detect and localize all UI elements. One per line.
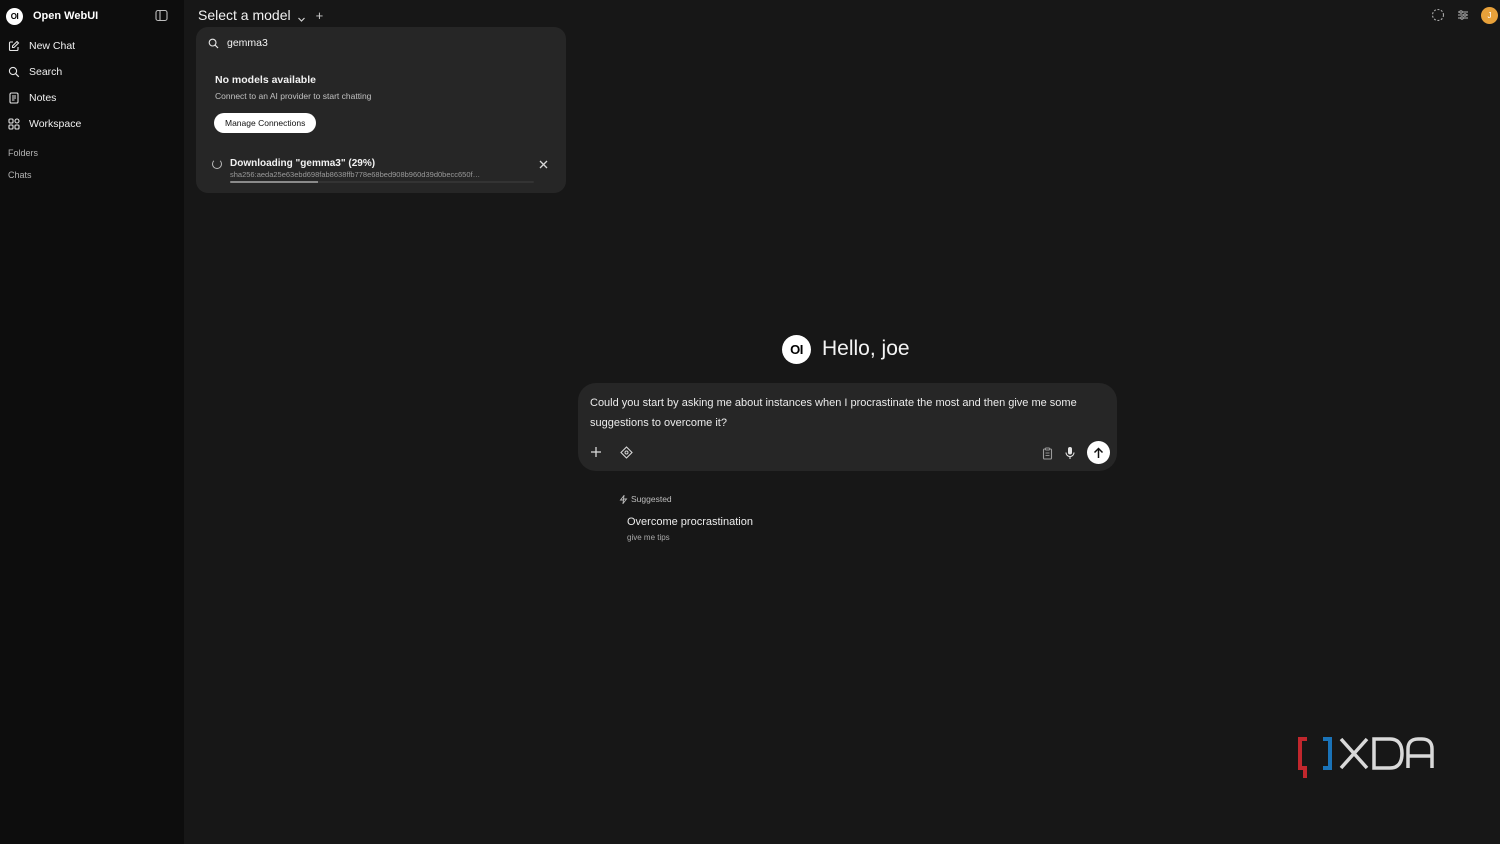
sidebar-item-workspace[interactable]: Workspace: [8, 114, 81, 134]
no-models-subtitle: Connect to an AI provider to start chatt…: [215, 91, 372, 101]
temporary-chat-icon[interactable]: [1430, 7, 1446, 23]
manage-connections-button[interactable]: Manage Connections: [214, 113, 317, 133]
sidebar-item-new-chat[interactable]: New Chat: [8, 36, 75, 56]
download-progress-bar: [230, 181, 534, 183]
user-avatar[interactable]: J: [1481, 7, 1498, 24]
greeting-logo: OI: [782, 334, 811, 364]
edit-icon: [8, 40, 20, 52]
integrations-icon[interactable]: [618, 444, 634, 460]
download-progress-fill: [230, 181, 319, 183]
microphone-icon[interactable]: [1062, 445, 1078, 461]
cancel-download-icon[interactable]: [537, 158, 549, 170]
chats-section-label[interactable]: Chats: [8, 170, 32, 180]
download-status: Downloading "gemma3" (29%) sha256:aeda25…: [212, 157, 552, 183]
model-search-value: gemma3: [227, 37, 268, 49]
download-hash: sha256:aeda25e63ebd698fab8638ffb778e68be…: [230, 170, 481, 179]
spinner-icon: [212, 159, 222, 169]
model-search-input[interactable]: gemma3: [208, 37, 268, 49]
search-icon: [208, 38, 219, 49]
search-icon: [8, 66, 20, 78]
clipboard-icon[interactable]: [1039, 445, 1055, 461]
greeting-text: Hello, joe: [822, 337, 910, 360]
sidebar-item-notes[interactable]: Notes: [8, 88, 56, 108]
suggestion-subtitle[interactable]: give me tips: [627, 533, 670, 542]
brand[interactable]: OI Open WebUI: [6, 7, 98, 25]
sidebar-item-label: Search: [29, 66, 63, 78]
folders-section-label[interactable]: Folders: [8, 148, 38, 158]
message-input[interactable]: Could you start by asking me about insta…: [590, 393, 1110, 433]
suggestion-title[interactable]: Overcome procrastination: [627, 516, 753, 528]
controls-icon[interactable]: [1455, 7, 1471, 23]
plus-icon[interactable]: [588, 444, 604, 460]
xda-watermark-logo: [1298, 737, 1434, 778]
app-logo: OI: [6, 7, 23, 25]
suggested-header: Suggested: [619, 493, 672, 505]
sidebar-item-label: Notes: [29, 92, 57, 104]
grid-icon: [8, 118, 20, 130]
download-title: Downloading "gemma3" (29%): [230, 158, 376, 169]
sidebar-item-search[interactable]: Search: [8, 62, 62, 82]
bolt-icon: [619, 493, 628, 505]
chevron-down-icon: [297, 11, 306, 22]
suggested-label: Suggested: [631, 494, 672, 504]
app-name: Open WebUI: [33, 10, 99, 22]
model-dropdown: gemma3 No models available Connect to an…: [196, 27, 566, 193]
sidebar-item-label: New Chat: [29, 40, 76, 52]
model-select-label: Select a model: [198, 7, 291, 23]
greeting: OI Hello, joe: [782, 334, 910, 364]
send-button[interactable]: [1087, 441, 1110, 464]
sidebar-item-label: Workspace: [29, 118, 82, 130]
no-models-title: No models available: [215, 74, 316, 86]
model-selector[interactable]: Select a model +: [198, 6, 323, 24]
sidebar: OI Open WebUI New Chat Search Notes Work…: [0, 0, 184, 844]
message-composer[interactable]: Could you start by asking me about insta…: [578, 383, 1117, 471]
notes-icon: [8, 92, 20, 104]
add-model-icon[interactable]: +: [316, 8, 324, 23]
sidebar-toggle-icon[interactable]: [155, 9, 168, 22]
arrow-up-icon: [1093, 446, 1104, 458]
